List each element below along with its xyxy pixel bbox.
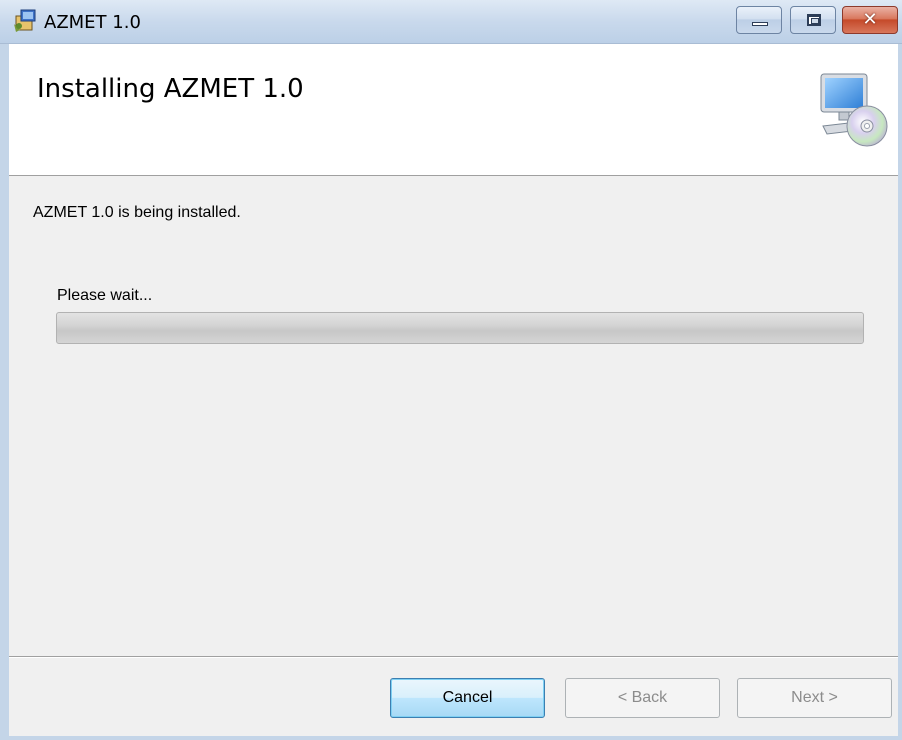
maximize-button[interactable] [790,6,836,34]
cancel-button[interactable]: Cancel [390,678,545,718]
title-bar[interactable]: AZMET 1.0 ✕ [0,0,902,44]
install-progress-bar [56,312,864,344]
installer-icon [14,9,36,32]
back-button[interactable]: < Back [565,678,720,718]
minimize-icon [752,22,768,26]
close-icon: ✕ [862,9,878,30]
install-status-text: AZMET 1.0 is being installed. [33,204,241,221]
header-banner: Installing AZMET 1.0 [9,44,898,176]
maximize-icon [807,14,821,26]
close-button[interactable]: ✕ [842,6,898,34]
page-title: Installing AZMET 1.0 [37,74,304,104]
next-button[interactable]: Next > [737,678,892,718]
window-title: AZMET 1.0 [44,12,141,33]
installer-window: AZMET 1.0 ✕ Installing AZMET 1.0 AZMET 1… [0,0,902,740]
computer-cd-icon [820,73,888,147]
minimize-button[interactable] [736,6,782,34]
footer-divider [9,656,898,658]
please-wait-label: Please wait... [57,287,153,304]
